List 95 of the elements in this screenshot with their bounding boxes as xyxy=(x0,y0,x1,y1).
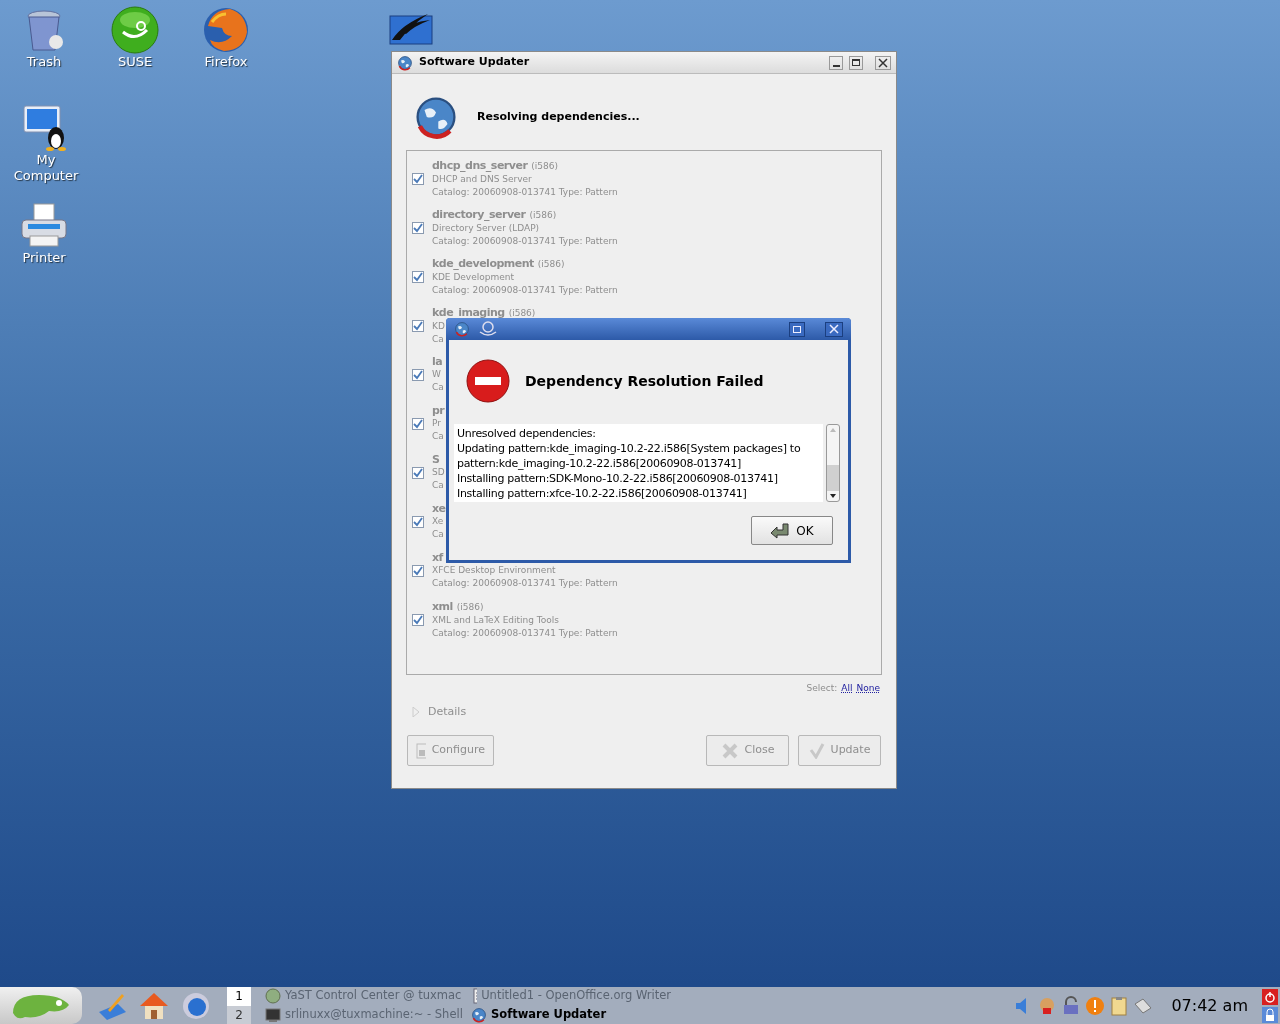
window-title: Software Updater xyxy=(419,54,531,71)
checkbox[interactable] xyxy=(412,613,424,626)
pattern-catalog: Ca xyxy=(432,381,444,394)
pattern-catalog: Catalog: 20060908-013741 Type: Pattern xyxy=(432,283,618,297)
pattern-arch: (i586) xyxy=(456,600,484,614)
pattern-description: Pr xyxy=(432,417,441,430)
desktop-icon-label[interactable]: Trash xyxy=(26,54,62,70)
checkbox[interactable] xyxy=(412,417,424,430)
close-icon xyxy=(720,741,739,760)
chameleon-icon xyxy=(478,320,498,338)
pattern-catalog: Ca xyxy=(432,479,444,492)
pattern-arch: (i586) xyxy=(508,306,536,320)
pattern-name: dhcp_dns_server xyxy=(432,158,528,172)
message-line: Unresolved dependencies: xyxy=(457,426,597,441)
dialog-heading: Dependency Resolution Failed xyxy=(525,371,764,391)
pattern-name: xf xyxy=(432,551,443,564)
pattern-name: S xyxy=(432,453,440,466)
network-globe-icon xyxy=(413,94,459,140)
pattern-description: KD xyxy=(432,319,445,333)
pattern-arch: (i586) xyxy=(531,159,559,173)
lock-icon[interactable] xyxy=(1262,1006,1278,1023)
pattern-catalog: Ca xyxy=(432,332,444,346)
app-globe-icon xyxy=(454,321,470,337)
start-menu-button[interactable] xyxy=(0,987,82,1024)
pattern-description: XFCE Desktop Environment xyxy=(432,564,556,577)
pattern-name: kde_development xyxy=(432,256,534,270)
checkbox[interactable] xyxy=(412,564,424,577)
pattern-catalog: Catalog: 20060908-013741 Type: Pattern xyxy=(432,234,618,248)
desktop-icon-label[interactable]: Printer xyxy=(22,250,66,266)
desktop-pager-button[interactable]: 1 xyxy=(227,986,251,1006)
status-text: Resolving dependencies... xyxy=(477,108,640,125)
maximize-button[interactable] xyxy=(789,321,805,337)
message-line: Installing pattern:xfce-10.2-22.i586[20060908-013741] xyxy=(457,486,748,501)
pattern-name: la xyxy=(432,355,443,368)
pattern-catalog: Catalog: 20060908-013741 Type: Pattern xyxy=(432,577,618,590)
checkbox[interactable] xyxy=(412,466,424,479)
checkbox[interactable] xyxy=(412,515,424,528)
desktop-icon-label[interactable]: Firefox xyxy=(204,54,248,70)
enter-arrow-icon xyxy=(770,522,791,539)
pattern-catalog: Ca xyxy=(432,528,444,541)
details-expander[interactable]: Details xyxy=(428,703,467,720)
pattern-catalog: Ca xyxy=(432,430,444,443)
clipboard-icon[interactable] xyxy=(1109,995,1130,1016)
desktop-icon-label[interactable]: SUSE xyxy=(117,54,153,70)
pattern-description: XML and LaTeX Editing Tools xyxy=(432,613,560,627)
pattern-arch: (i586) xyxy=(529,208,557,222)
pattern-name: directory_server xyxy=(432,207,526,221)
pattern-description: W xyxy=(432,368,441,381)
message-line: pattern:kde_imaging-10.2-22.i586[20060908-013741] xyxy=(457,456,743,471)
warning-icon[interactable] xyxy=(1085,995,1106,1016)
task-button[interactable]: srlinuxx@tuxmachine:~ - Shell xyxy=(265,1005,465,1024)
checkbox[interactable] xyxy=(412,270,424,283)
checkbox[interactable] xyxy=(412,172,424,185)
pattern-name: xe xyxy=(432,502,446,515)
chameleon-icon xyxy=(265,988,281,1004)
document-icon xyxy=(471,988,478,1004)
checkbox[interactable] xyxy=(412,368,424,381)
task-button[interactable]: Software Updater xyxy=(471,1005,671,1024)
pattern-catalog: Catalog: 20060908-013741 Type: Pattern xyxy=(432,185,618,199)
terminal-icon xyxy=(265,1007,281,1023)
pattern-description: DHCP and DNS Server xyxy=(432,172,532,186)
minimize-button[interactable] xyxy=(829,55,843,70)
chameleon-logo-icon[interactable] xyxy=(111,6,159,54)
power-icon[interactable] xyxy=(1262,988,1278,1005)
app-globe-icon xyxy=(397,54,413,71)
desktop-icon-label[interactable]: My Computer xyxy=(13,152,79,184)
check-icon xyxy=(808,742,825,759)
fox-globe-icon[interactable] xyxy=(202,6,250,54)
panels-icon xyxy=(416,742,426,759)
select-link[interactable]: None xyxy=(856,682,880,696)
scrollbar[interactable] xyxy=(826,424,840,502)
pattern-name: pr xyxy=(432,404,445,417)
pattern-name: xml xyxy=(432,599,453,613)
pattern-description: SD xyxy=(432,466,445,479)
checkbox[interactable] xyxy=(412,221,424,234)
pattern-description: KDE Development xyxy=(432,270,514,284)
message-line: Updating pattern:kde_imaging-10.2-22.i586[System packages] to xyxy=(457,441,802,456)
task-button[interactable]: YaST Control Center @ tuxmac xyxy=(265,986,465,1006)
message-line: Installing pattern:SDK-Mono-10.2-22.i586[20060908-013741] xyxy=(457,471,779,486)
pattern-arch: (i586) xyxy=(537,257,565,271)
clock[interactable]: 07:42 am xyxy=(1171,993,1248,1018)
select-link[interactable]: All xyxy=(841,682,853,696)
maximize-button[interactable] xyxy=(849,55,863,70)
printer-icon[interactable] xyxy=(20,202,68,250)
pattern-description: Directory Server (LDAP) xyxy=(432,221,540,235)
pattern-catalog: Catalog: 20060908-013741 Type: Pattern xyxy=(432,626,618,640)
pattern-name: kde_imaging xyxy=(432,305,505,319)
stop-icon xyxy=(465,358,511,404)
close-button[interactable] xyxy=(825,321,843,337)
checkbox[interactable] xyxy=(412,319,424,332)
select-label: Select: xyxy=(806,682,838,695)
pattern-description: Xe xyxy=(432,515,444,528)
close-button[interactable] xyxy=(875,55,891,70)
task-button[interactable]: Untitled1 - OpenOffice.org Writer xyxy=(471,986,671,1006)
ok-button[interactable]: OK xyxy=(751,516,833,545)
